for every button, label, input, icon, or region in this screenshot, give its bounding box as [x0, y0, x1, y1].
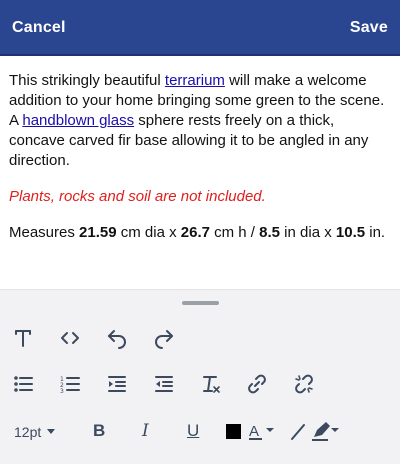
- svg-text:3: 3: [60, 388, 64, 395]
- measurement-value: 21.59: [79, 224, 117, 241]
- text-run: cm h /: [209, 224, 260, 241]
- editor-header: Cancel Save: [0, 0, 400, 56]
- text-run: in dia x: [280, 224, 336, 241]
- terrarium-link[interactable]: terrarium: [165, 72, 225, 89]
- text-run: in.: [365, 224, 386, 241]
- measurements-paragraph: Measures 21.59 cm dia x 26.7 cm h / 8.5 …: [9, 223, 393, 243]
- text-color-swatch[interactable]: [219, 417, 247, 445]
- link-icon[interactable]: [243, 370, 271, 398]
- highlight-icon[interactable]: [284, 417, 312, 445]
- font-size-select[interactable]: 12pt: [14, 424, 56, 440]
- cancel-button[interactable]: Cancel: [12, 19, 66, 37]
- save-button[interactable]: Save: [350, 19, 388, 37]
- unlink-icon[interactable]: [290, 370, 318, 398]
- marker-icon[interactable]: [309, 417, 341, 445]
- redo-icon[interactable]: [150, 324, 178, 352]
- text-run: cm dia x: [116, 224, 181, 241]
- italic-button[interactable]: I: [142, 421, 149, 441]
- outdent-icon[interactable]: [150, 370, 178, 398]
- underline-button[interactable]: U: [187, 421, 199, 441]
- measurement-value: 26.7: [180, 224, 210, 241]
- editor-content[interactable]: This strikingly beautiful terrarium will…: [9, 71, 393, 243]
- measurement-value: 10.5: [335, 224, 366, 241]
- text-format-icon[interactable]: [9, 324, 37, 352]
- svg-text:A: A: [249, 423, 259, 440]
- numbered-list-icon[interactable]: 123: [56, 370, 84, 398]
- formatting-toolbar: 123 12pt B I U A: [0, 289, 400, 464]
- clear-format-icon[interactable]: [197, 370, 225, 398]
- code-view-icon[interactable]: [56, 324, 84, 352]
- exclusion-note: Plants, rocks and soil are not included.: [9, 188, 266, 205]
- bold-button[interactable]: B: [93, 421, 105, 441]
- undo-icon[interactable]: [103, 324, 131, 352]
- text-run: Measures: [9, 224, 80, 241]
- handblown-glass-link[interactable]: handblown glass: [22, 112, 134, 129]
- measurement-value: 8.5: [259, 224, 281, 241]
- drag-handle[interactable]: [182, 301, 219, 305]
- description-paragraph: This strikingly beautiful terrarium will…: [9, 71, 393, 171]
- text-run: This strikingly beautiful: [9, 72, 165, 89]
- text-color-icon[interactable]: A: [246, 417, 278, 445]
- bulleted-list-icon[interactable]: [9, 370, 37, 398]
- chevron-down-icon: [47, 429, 56, 434]
- font-size-value: 12pt: [14, 424, 42, 440]
- indent-icon[interactable]: [103, 370, 131, 398]
- color-swatch: [225, 423, 241, 439]
